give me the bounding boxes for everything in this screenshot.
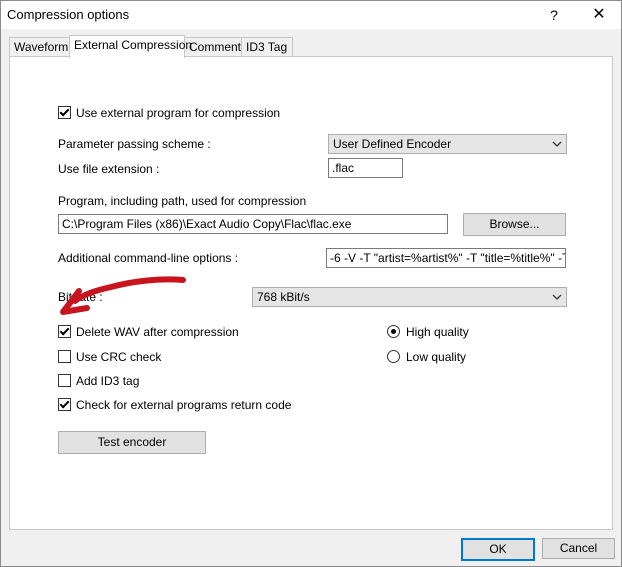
file-extension-label: Use file extension :: [58, 162, 160, 176]
cmdline-options-label: Additional command-line options :: [58, 251, 239, 265]
high-quality-radio[interactable]: [387, 325, 400, 338]
dialog-title: Compression options: [7, 7, 130, 22]
use-external-label: Use external program for compression: [76, 106, 281, 120]
ok-button[interactable]: OK: [461, 538, 535, 561]
program-path-value: C:\Program Files (x86)\Exact Audio Copy\…: [62, 217, 352, 231]
test-encoder-button[interactable]: Test encoder: [58, 431, 206, 454]
program-path-label: Program, including path, used for compre…: [58, 194, 307, 208]
use-external-checkbox[interactable]: [58, 106, 71, 119]
low-quality-radio[interactable]: [387, 350, 400, 363]
return-code-label: Check for external programs return code: [76, 398, 292, 412]
cancel-button[interactable]: Cancel: [542, 538, 615, 559]
param-scheme-select[interactable]: User Defined Encoder: [328, 134, 567, 154]
low-quality-label: Low quality: [406, 350, 467, 364]
tab-external-compression[interactable]: External Compression: [69, 35, 192, 58]
close-button[interactable]: ✕: [579, 1, 619, 29]
chevron-down-icon: [552, 294, 562, 300]
bitrate-select[interactable]: 768 kBit/s: [252, 287, 567, 307]
param-scheme-label: Parameter passing scheme :: [58, 137, 211, 151]
file-extension-input[interactable]: .flac: [328, 158, 403, 178]
help-button[interactable]: ?: [535, 1, 573, 29]
tab-id3-tag[interactable]: ID3 Tag: [241, 37, 293, 57]
crc-check-checkbox[interactable]: [58, 350, 71, 363]
crc-check-label: Use CRC check: [76, 350, 162, 364]
cmdline-options-value: -6 -V -T "artist=%artist%" -T "title=%ti…: [330, 251, 565, 265]
cmdline-options-input[interactable]: -6 -V -T "artist=%artist%" -T "title=%ti…: [326, 248, 566, 268]
param-scheme-value: User Defined Encoder: [333, 137, 452, 151]
browse-button[interactable]: Browse...: [463, 213, 566, 236]
chevron-down-icon: [552, 141, 562, 147]
tab-comment[interactable]: Comment: [184, 37, 242, 57]
add-id3-checkbox[interactable]: [58, 374, 71, 387]
add-id3-label: Add ID3 tag: [76, 374, 140, 388]
title-bar: Compression options ? ✕: [1, 1, 621, 29]
annotation-arrow-icon: [60, 276, 186, 315]
return-code-checkbox[interactable]: [58, 398, 71, 411]
high-quality-label: High quality: [406, 325, 469, 339]
bitrate-value: 768 kBit/s: [257, 290, 310, 304]
program-path-input[interactable]: C:\Program Files (x86)\Exact Audio Copy\…: [58, 214, 448, 234]
file-extension-value: .flac: [332, 161, 355, 175]
compression-options-dialog: Compression options ? ✕ Waveform Externa…: [0, 0, 622, 567]
tab-waveform[interactable]: Waveform: [9, 37, 72, 57]
